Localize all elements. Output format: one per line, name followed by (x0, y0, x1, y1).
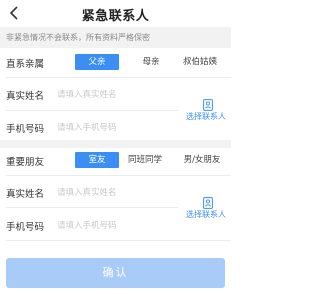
option-partner[interactable]: 男/女朋友 (175, 152, 229, 168)
divider (6, 77, 231, 78)
divider (6, 240, 231, 241)
name-input-2[interactable] (57, 186, 177, 200)
page-title: 紧急联系人 (81, 9, 150, 24)
section-separator (0, 140, 231, 148)
option-mother[interactable]: 母亲 (131, 54, 171, 70)
name-label: 真实姓名 (6, 189, 45, 200)
divider (6, 207, 178, 208)
phone-label: 手机号码 (6, 124, 45, 135)
contact-book-icon[interactable] (203, 96, 213, 111)
divider (6, 110, 178, 111)
select-contact-link-1[interactable]: 选择联系人 (186, 111, 226, 122)
relation-label-family: 直系亲属 (6, 59, 45, 70)
relation-label-friend: 重要朋友 (6, 157, 45, 168)
option-uncle-aunt[interactable]: 叔伯姑姨 (175, 54, 225, 70)
name-label: 真实姓名 (6, 91, 45, 102)
contact-book-icon[interactable] (203, 194, 213, 209)
phone-label: 手机号码 (6, 222, 45, 233)
privacy-notice: 非紧急情况不会联系，所有资料严格保密 (0, 27, 231, 48)
option-father[interactable]: 父亲 (75, 54, 119, 70)
option-classmate[interactable]: 同班同学 (120, 152, 170, 168)
select-contact-link-2[interactable]: 选择联系人 (186, 209, 226, 220)
option-roommate[interactable]: 室友 (75, 152, 119, 168)
phone-input-2[interactable] (57, 219, 177, 233)
divider (6, 175, 231, 176)
name-input-1[interactable] (57, 88, 177, 102)
phone-input-1[interactable] (57, 121, 177, 135)
nav-bar: 紧急联系人 (0, 0, 231, 27)
confirm-button[interactable]: 确认 (6, 258, 225, 288)
